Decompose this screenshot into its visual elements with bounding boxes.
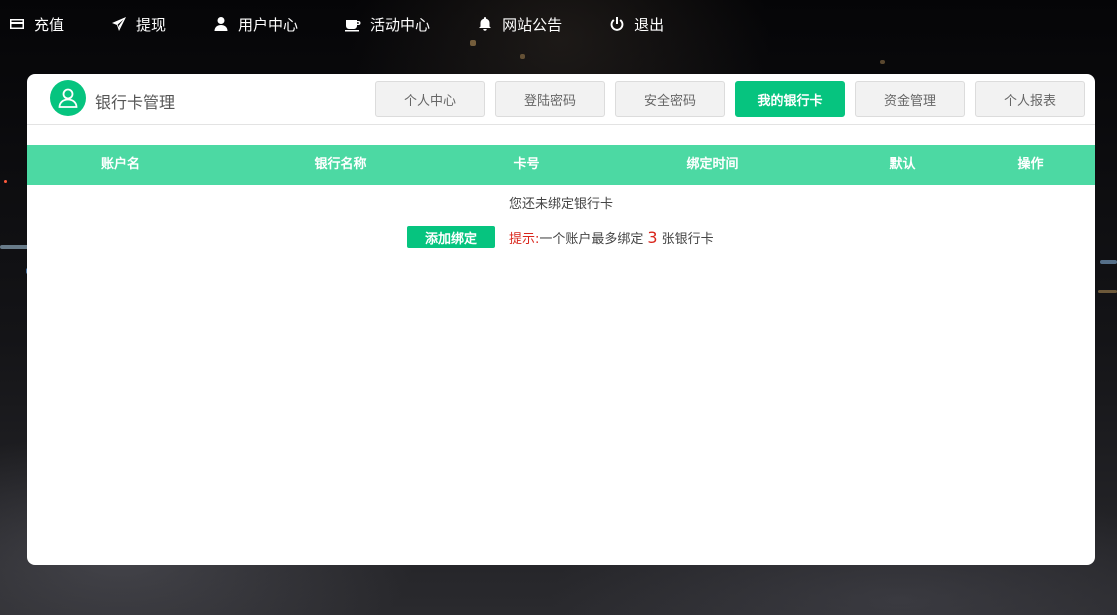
- nav-recharge[interactable]: 充值: [8, 14, 64, 35]
- limit-tip: 提示: 一个账户最多绑定 3 张银行卡: [509, 228, 714, 247]
- user-avatar-icon: [50, 80, 86, 116]
- tab-fund-management[interactable]: 资金管理: [855, 81, 965, 117]
- nav-label: 退出: [634, 15, 665, 34]
- tab-security-password[interactable]: 安全密码: [615, 81, 725, 117]
- nav-label: 提现: [136, 15, 167, 34]
- column-header-bank-name: 银行名称: [314, 157, 367, 172]
- tab-personal-center[interactable]: 个人中心: [375, 81, 485, 117]
- nav-user-center[interactable]: 用户中心: [212, 14, 298, 35]
- nav-label: 用户中心: [238, 15, 299, 34]
- bank-card-table-header: 账户名 银行名称 卡号 绑定时间 默认 操作: [27, 145, 1095, 185]
- nav-withdraw[interactable]: 提现: [110, 14, 166, 35]
- user-icon: [212, 15, 230, 33]
- top-nav: 充值 提现 用户中心 活动中心 网站公告 退出: [0, 0, 1117, 48]
- tab-personal-report[interactable]: 个人报表: [975, 81, 1085, 117]
- nav-label: 活动中心: [370, 15, 431, 34]
- power-icon: [608, 15, 626, 33]
- account-tabs: 个人中心 登陆密码 安全密码 我的银行卡 资金管理 个人报表: [375, 81, 1095, 117]
- empty-state-message: 您还未绑定银行卡: [508, 197, 613, 212]
- tab-login-password[interactable]: 登陆密码: [495, 81, 605, 117]
- nav-logout[interactable]: 退出: [608, 14, 664, 35]
- cup-icon: [344, 15, 362, 33]
- page-title: 银行卡管理: [95, 93, 176, 112]
- column-header-default: 默认: [889, 157, 916, 172]
- column-header-card-number: 卡号: [513, 157, 540, 172]
- nav-announcements[interactable]: 网站公告: [476, 14, 562, 35]
- tip-label: 提示:: [509, 231, 540, 247]
- paper-plane-icon: [110, 15, 128, 33]
- nav-label: 网站公告: [502, 15, 563, 34]
- tip-count: 3: [647, 227, 658, 247]
- tip-prefix: 一个账户最多绑定: [539, 231, 644, 247]
- tip-suffix: 张银行卡: [661, 231, 714, 247]
- tab-my-bank-cards[interactable]: 我的银行卡: [735, 81, 845, 117]
- nav-label: 充值: [34, 15, 65, 34]
- column-header-actions: 操作: [1017, 157, 1044, 172]
- bell-icon: [476, 15, 494, 33]
- nav-activity-center[interactable]: 活动中心: [344, 14, 430, 35]
- add-bind-button[interactable]: 添加绑定: [407, 226, 495, 248]
- bank-card-panel: 银行卡管理 个人中心 登陆密码 安全密码 我的银行卡 资金管理 个人报表 账户名…: [27, 74, 1095, 565]
- column-header-bind-time: 绑定时间: [686, 157, 739, 172]
- add-card-row: 添加绑定 提示: 一个账户最多绑定 3 张银行卡: [407, 226, 714, 248]
- card-icon: [8, 15, 26, 33]
- panel-header: 银行卡管理 个人中心 登陆密码 安全密码 我的银行卡 资金管理 个人报表: [27, 74, 1095, 125]
- column-header-account-name: 账户名: [100, 157, 140, 172]
